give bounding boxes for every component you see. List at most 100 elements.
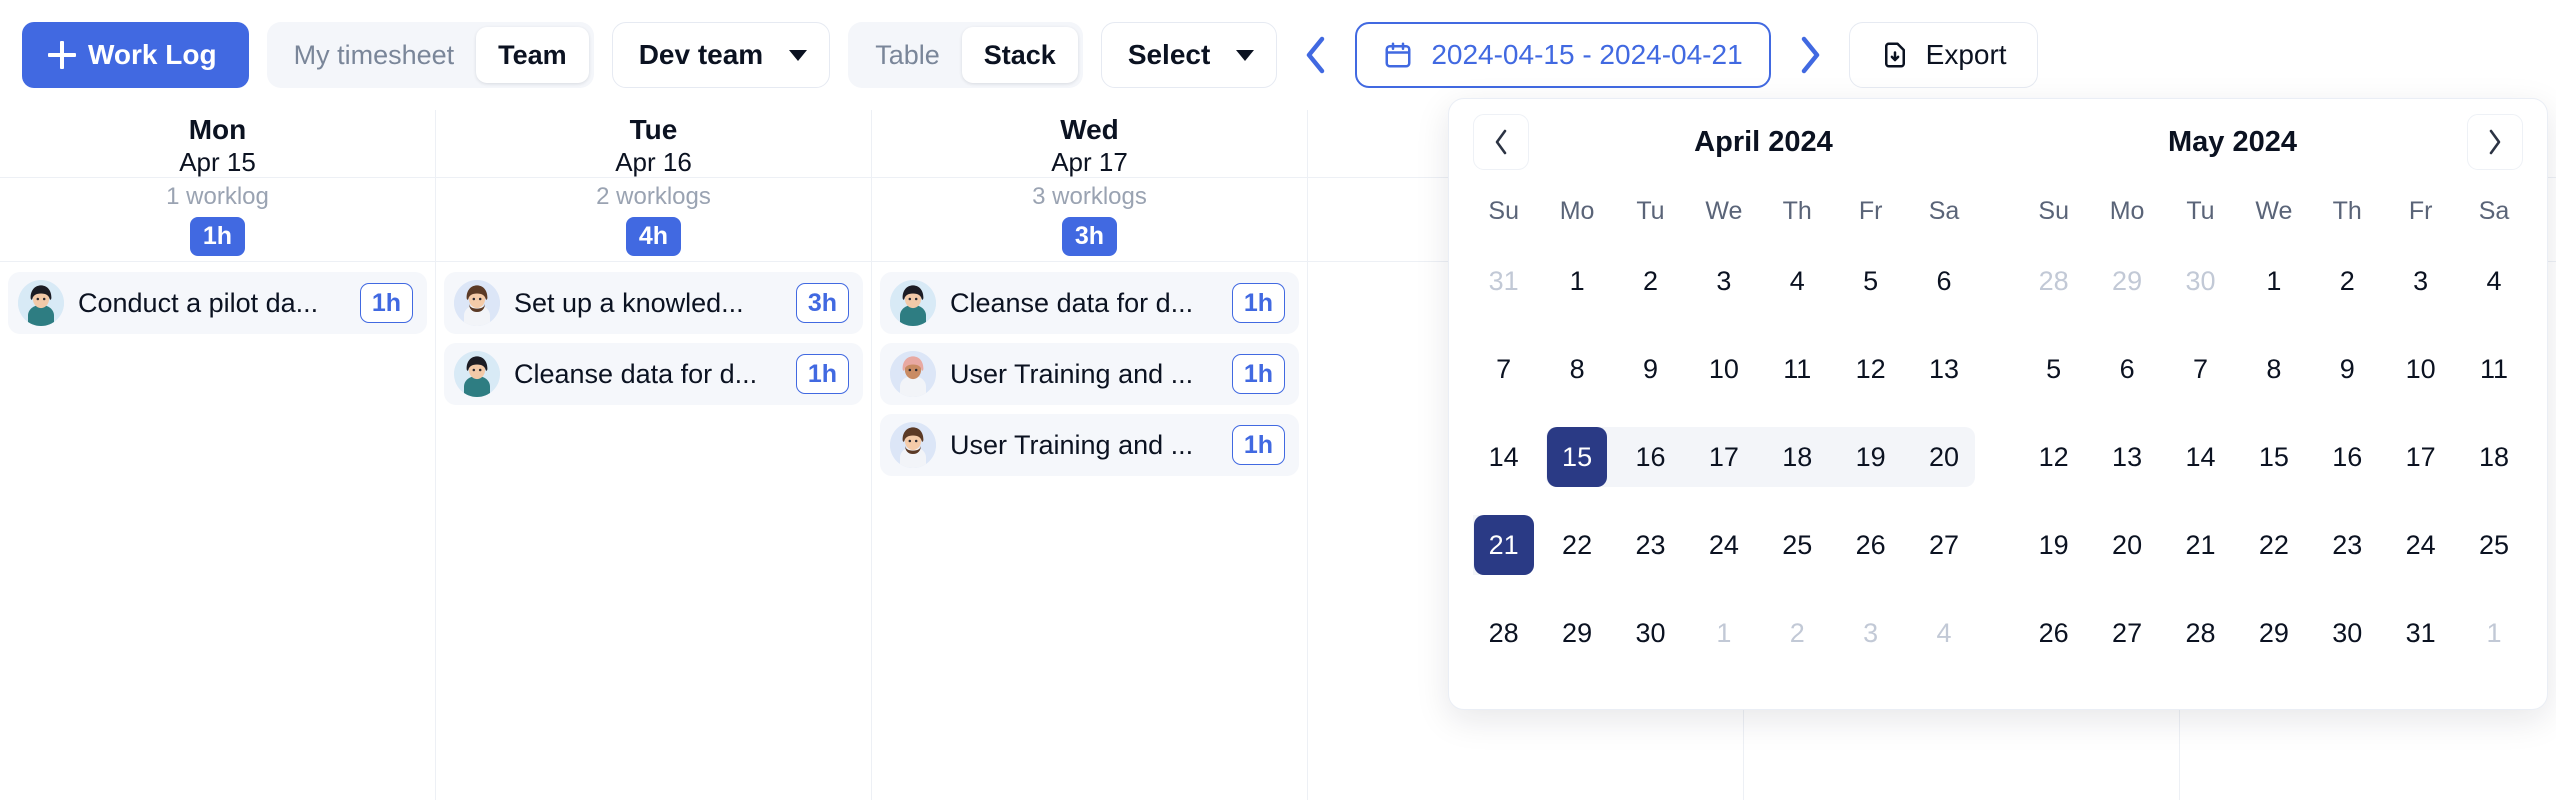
calendar-day-number[interactable]: 19 — [1841, 427, 1901, 487]
calendar-day-cell[interactable]: 4 — [2457, 237, 2530, 325]
calendar-day-cell[interactable]: 19 — [2017, 501, 2090, 589]
calendar-day-number[interactable]: 31 — [1474, 251, 1534, 311]
calendar-day-cell[interactable]: 3 — [2384, 237, 2457, 325]
calendar-day-cell[interactable]: 25 — [1761, 501, 1834, 589]
calendar-day-cell[interactable]: 13 — [1907, 325, 1980, 413]
tab-my-timesheet[interactable]: My timesheet — [272, 27, 477, 83]
calendar-day-cell[interactable]: 14 — [2164, 413, 2237, 501]
calendar-day-number[interactable]: 13 — [2097, 427, 2157, 487]
calendar-day-cell[interactable]: 24 — [1687, 501, 1760, 589]
calendar-day-number[interactable]: 25 — [2464, 515, 2524, 575]
calendar-day-cell[interactable]: 18 — [2457, 413, 2530, 501]
calendar-day-cell[interactable]: 26 — [2017, 589, 2090, 677]
calendar-day-number[interactable]: 2 — [1767, 603, 1827, 663]
calendar-next-month-button[interactable] — [2467, 114, 2523, 170]
calendar-day-number[interactable]: 16 — [1620, 427, 1680, 487]
calendar-day-number[interactable]: 24 — [1694, 515, 1754, 575]
calendar-day-number[interactable]: 17 — [1694, 427, 1754, 487]
calendar-day-number[interactable]: 23 — [2317, 515, 2377, 575]
calendar-day-cell[interactable]: 15 — [2237, 413, 2310, 501]
calendar-day-number[interactable]: 7 — [2170, 339, 2230, 399]
worklog-card[interactable]: User Training and ... 1h — [880, 343, 1299, 405]
calendar-day-number[interactable]: 4 — [1914, 603, 1974, 663]
calendar-day-cell[interactable]: 1 — [2457, 589, 2530, 677]
calendar-day-cell[interactable]: 30 — [1614, 589, 1687, 677]
calendar-day-number[interactable]: 25 — [1767, 515, 1827, 575]
calendar-day-number[interactable]: 9 — [1620, 339, 1680, 399]
view-segmented-control[interactable]: Table Stack — [848, 22, 1083, 88]
calendar-day-number[interactable]: 20 — [2097, 515, 2157, 575]
calendar-day-number[interactable]: 22 — [2244, 515, 2304, 575]
select-dropdown[interactable]: Select — [1100, 22, 1278, 88]
calendar-day-cell[interactable]: 29 — [2090, 237, 2163, 325]
calendar-day-cell[interactable]: 1 — [2237, 237, 2310, 325]
calendar-day-cell[interactable]: 18 — [1760, 413, 1835, 501]
worklog-card[interactable]: Set up a knowled... 3h — [444, 272, 863, 334]
calendar-day-number[interactable]: 9 — [2317, 339, 2377, 399]
calendar-day-number[interactable]: 18 — [2464, 427, 2524, 487]
calendar-day-cell[interactable]: 20 — [2090, 501, 2163, 589]
calendar-day-cell[interactable]: 27 — [1907, 501, 1980, 589]
calendar-day-cell[interactable]: 2 — [1761, 589, 1834, 677]
calendar-day-cell[interactable]: 11 — [2457, 325, 2530, 413]
calendar-day-number[interactable]: 24 — [2391, 515, 2451, 575]
calendar-day-cell[interactable]: 31 — [1467, 237, 1540, 325]
calendar-day-cell[interactable]: 3 — [1687, 237, 1760, 325]
calendar-day-cell[interactable]: 15 — [1540, 413, 1615, 501]
calendar-day-cell[interactable]: 30 — [2164, 237, 2237, 325]
calendar-day-cell[interactable]: 21 — [1467, 501, 1540, 589]
calendar-day-cell[interactable]: 23 — [2311, 501, 2384, 589]
calendar-day-cell[interactable]: 11 — [1761, 325, 1834, 413]
calendar-day-number[interactable]: 1 — [1694, 603, 1754, 663]
calendar-day-cell[interactable]: 20 — [1907, 413, 1980, 501]
calendar-day-number[interactable]: 30 — [1620, 603, 1680, 663]
calendar-day-cell[interactable]: 1 — [1687, 589, 1760, 677]
calendar-day-cell[interactable]: 23 — [1614, 501, 1687, 589]
calendar-day-cell[interactable]: 6 — [1907, 237, 1980, 325]
calendar-day-cell[interactable]: 16 — [2311, 413, 2384, 501]
calendar-day-cell[interactable]: 10 — [2384, 325, 2457, 413]
calendar-day-number[interactable]: 3 — [2391, 251, 2451, 311]
calendar-day-number[interactable]: 11 — [1767, 339, 1827, 399]
next-week-button[interactable] — [1789, 25, 1831, 85]
calendar-day-cell[interactable]: 22 — [1540, 501, 1613, 589]
calendar-day-cell[interactable]: 8 — [2237, 325, 2310, 413]
calendar-day-number[interactable]: 21 — [1473, 515, 1534, 575]
calendar-day-number[interactable]: 27 — [1914, 515, 1974, 575]
calendar-day-number[interactable]: 4 — [1767, 251, 1827, 311]
worklog-card[interactable]: Cleanse data for d... 1h — [444, 343, 863, 405]
calendar-day-cell[interactable]: 30 — [2311, 589, 2384, 677]
calendar-day-number[interactable]: 14 — [1474, 427, 1534, 487]
calendar-day-number[interactable]: 18 — [1767, 427, 1827, 487]
calendar-day-number[interactable]: 1 — [1547, 251, 1607, 311]
calendar-day-cell[interactable]: 28 — [1467, 589, 1540, 677]
calendar-day-number[interactable]: 15 — [1547, 427, 1608, 487]
calendar-day-number[interactable]: 3 — [1841, 603, 1901, 663]
calendar-day-cell[interactable]: 29 — [2237, 589, 2310, 677]
calendar-day-number[interactable]: 5 — [1841, 251, 1901, 311]
calendar-day-cell[interactable]: 27 — [2090, 589, 2163, 677]
calendar-day-cell[interactable]: 29 — [1540, 589, 1613, 677]
calendar-day-cell[interactable]: 19 — [1833, 413, 1908, 501]
calendar-day-number[interactable]: 28 — [2024, 251, 2084, 311]
calendar-day-number[interactable]: 22 — [1547, 515, 1607, 575]
calendar-day-number[interactable]: 27 — [2097, 603, 2157, 663]
team-dropdown[interactable]: Dev team — [611, 22, 831, 88]
calendar-prev-month-button[interactable] — [1473, 114, 1529, 170]
calendar-day-number[interactable]: 28 — [2170, 603, 2230, 663]
calendar-day-number[interactable]: 10 — [1694, 339, 1754, 399]
calendar-day-number[interactable]: 10 — [2391, 339, 2451, 399]
calendar-day-number[interactable]: 16 — [2317, 427, 2377, 487]
calendar-day-cell[interactable]: 21 — [2164, 501, 2237, 589]
calendar-day-number[interactable]: 13 — [1914, 339, 1974, 399]
calendar-day-number[interactable]: 30 — [2317, 603, 2377, 663]
calendar-day-cell[interactable]: 25 — [2457, 501, 2530, 589]
tab-table[interactable]: Table — [853, 27, 962, 83]
calendar-day-cell[interactable]: 13 — [2090, 413, 2163, 501]
calendar-day-number[interactable]: 17 — [2391, 427, 2451, 487]
calendar-day-cell[interactable]: 3 — [1834, 589, 1907, 677]
calendar-day-cell[interactable]: 1 — [1540, 237, 1613, 325]
calendar-day-number[interactable]: 1 — [2464, 603, 2524, 663]
calendar-day-number[interactable]: 20 — [1914, 427, 1974, 487]
calendar-day-cell[interactable]: 6 — [2090, 325, 2163, 413]
